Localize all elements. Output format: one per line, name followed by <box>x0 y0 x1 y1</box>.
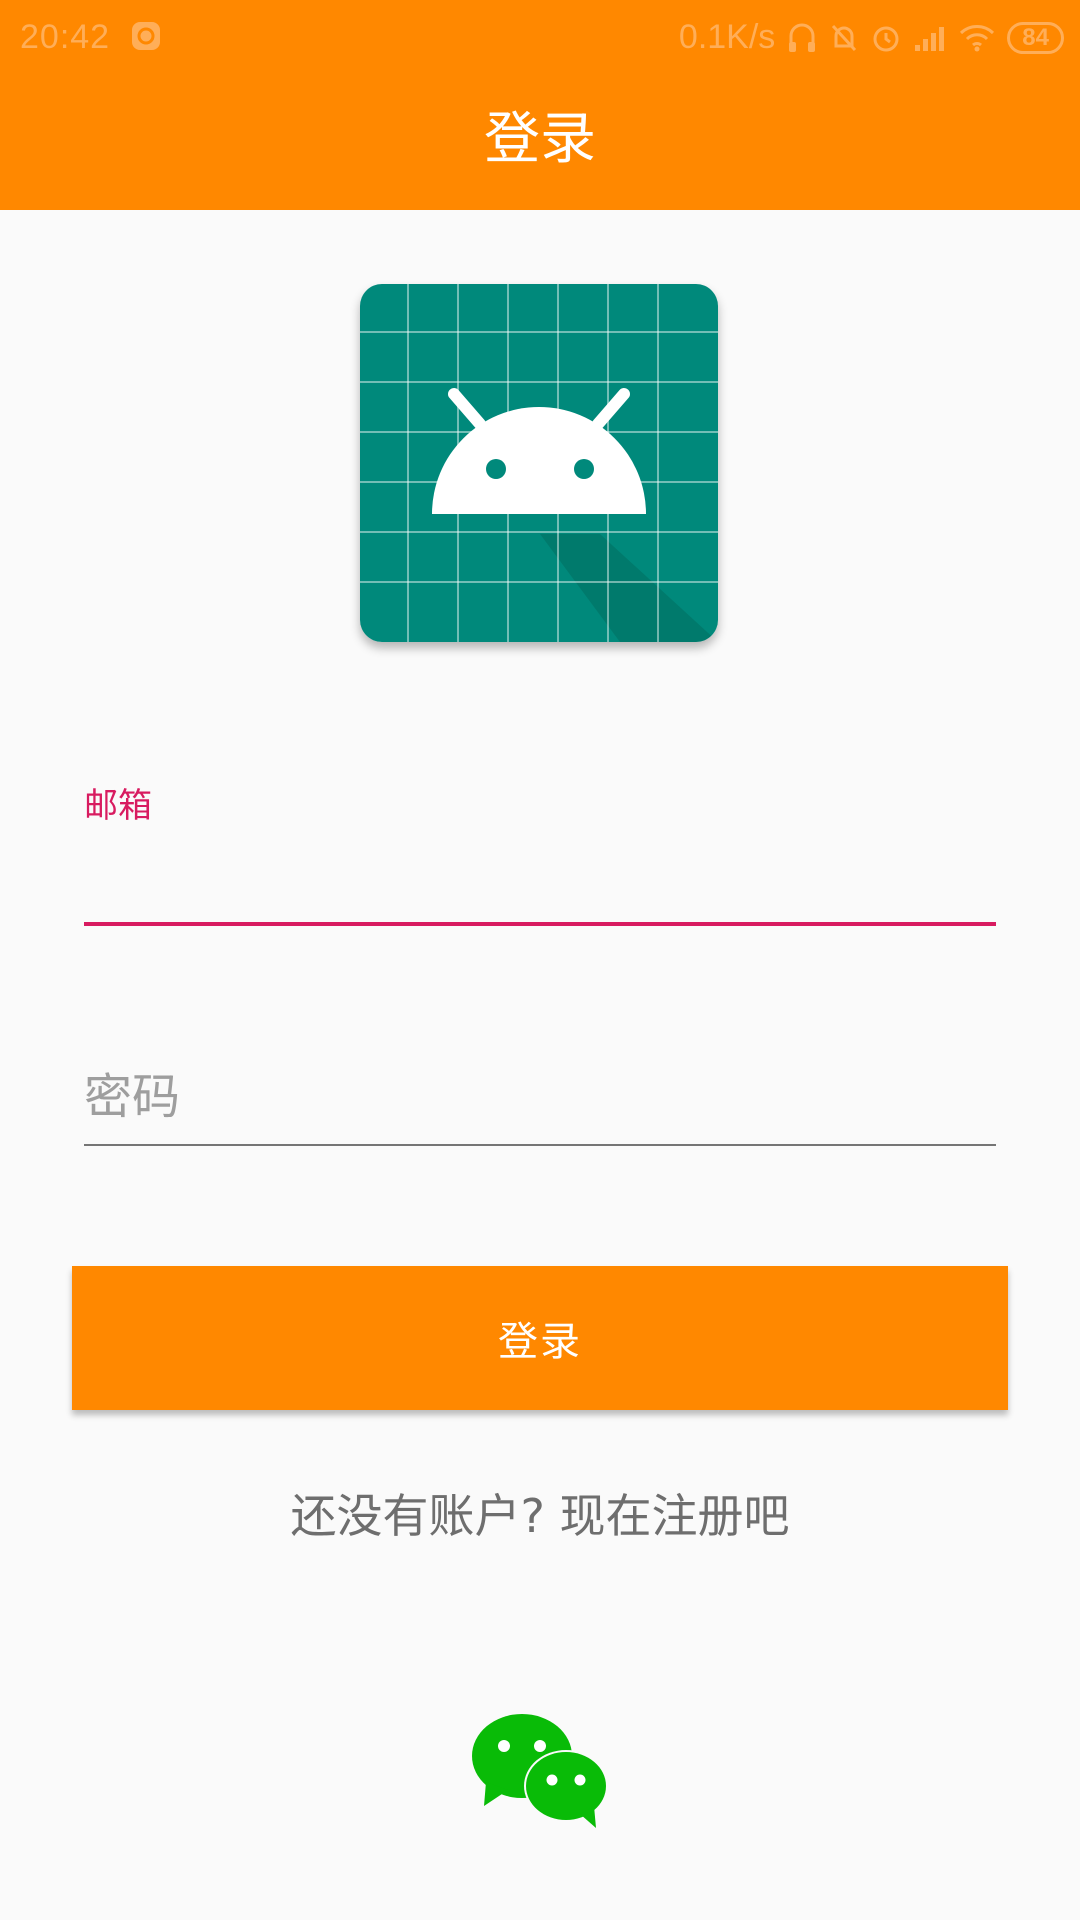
headset-icon <box>789 23 816 52</box>
login-button[interactable]: 登录 <box>72 1266 1008 1410</box>
mute-bell-icon <box>832 24 857 51</box>
register-link[interactable]: 还没有账户? 现在注册吧 <box>0 1486 1080 1546</box>
email-field[interactable] <box>84 830 996 926</box>
signal-icon <box>915 26 945 51</box>
status-bar: 20:42 0.1K/s 84 <box>0 0 1080 74</box>
password-field[interactable] <box>84 1050 996 1146</box>
email-label: 邮箱 <box>84 786 152 826</box>
battery-indicator: 84 <box>1007 21 1064 54</box>
app-logo <box>360 284 718 642</box>
status-icons: 0.1K/s 84 <box>679 18 1064 57</box>
android-logo-icon <box>360 284 718 642</box>
notification-app-icon <box>132 22 160 50</box>
status-time: 20:42 <box>20 18 111 56</box>
network-speed: 0.1K/s <box>678 18 776 56</box>
wifi-icon <box>960 24 995 51</box>
wechat-login-icon[interactable] <box>468 1710 612 1830</box>
app-bar-title: 登录 <box>484 107 596 172</box>
alarm-icon <box>873 26 899 51</box>
